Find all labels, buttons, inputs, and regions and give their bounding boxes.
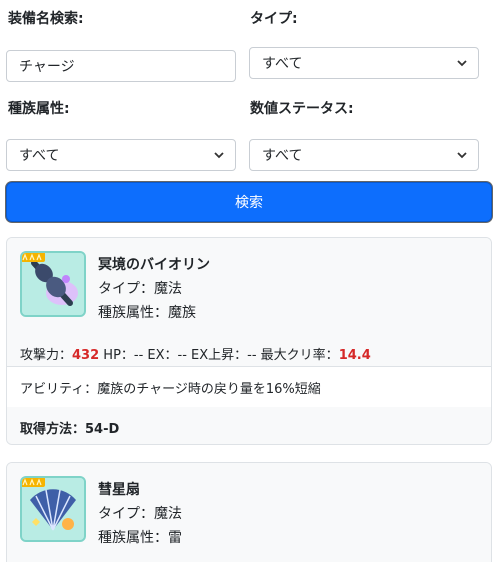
rarity-crown-icon [22, 253, 45, 262]
equipment-name-input[interactable]: チャージ [6, 50, 236, 82]
ability-text: アビリティ：魔族のチャージ時の戻り量を16%短縮 [7, 367, 491, 407]
equipment-stats: 攻撃力：432 HP：-- EX：-- EX上昇：-- 最大クリ率：14.4 [20, 344, 371, 363]
type-select[interactable]: すべて [249, 47, 479, 79]
violin-icon [22, 253, 84, 315]
ability-description: アビリティ：魔族のチャージ時の戻り量を16%短縮 [20, 381, 321, 397]
equipment-type: タイプ：魔法 [98, 281, 182, 297]
crit-value: 14.4 [338, 348, 371, 363]
equipment-tribe: 種族属性：魔族 [98, 305, 196, 321]
equipment-tribe: 種族属性：雷 [98, 530, 182, 546]
equipment-image [20, 476, 86, 542]
search-button[interactable]: 検索 [6, 182, 492, 222]
other-stats: HP：-- EX：-- EX上昇：-- 最大クリ率： [99, 348, 339, 363]
equipment-name-label: 装備名検索: [8, 11, 84, 27]
equipment-image [20, 251, 86, 317]
acquisition-method: 取得方法：54-D [7, 407, 491, 444]
equipment-name[interactable]: 彗星扇 [98, 479, 140, 499]
equipment-type: タイプ：魔法 [98, 506, 182, 522]
equipment-card: 彗星扇 タイプ：魔法 種族属性：雷 [6, 462, 492, 562]
type-selected-value: すべて [262, 56, 303, 72]
tribe-selected-value: すべて [19, 148, 60, 164]
attack-label: 攻撃力： [20, 348, 73, 363]
stat-selected-value: すべて [262, 148, 303, 164]
card-header: 冥境のバイオリン タイプ：魔法 種族属性：魔族 攻撃力：432 HP：-- EX… [7, 238, 491, 366]
attack-value: 432 [72, 348, 100, 363]
rarity-crown-icon [22, 478, 45, 487]
tribe-attribute-select[interactable]: すべて [6, 139, 236, 171]
card-header: 彗星扇 タイプ：魔法 種族属性：雷 [7, 463, 491, 562]
equipment-name[interactable]: 冥境のバイオリン [98, 254, 210, 274]
numeric-status-label: 数値ステータス: [250, 101, 354, 117]
equipment-card: 冥境のバイオリン タイプ：魔法 種族属性：魔族 攻撃力：432 HP：-- EX… [6, 237, 492, 445]
acquisition-text: 取得方法：54-D [20, 421, 120, 437]
type-label: タイプ: [250, 11, 298, 27]
chevron-down-icon [214, 152, 224, 159]
tribe-attribute-label: 種族属性: [8, 101, 70, 117]
chevron-down-icon [457, 60, 467, 67]
equipment-name-value: チャージ [19, 59, 75, 75]
fan-icon [22, 478, 84, 540]
numeric-status-select[interactable]: すべて [249, 139, 479, 171]
chevron-down-icon [457, 152, 467, 159]
